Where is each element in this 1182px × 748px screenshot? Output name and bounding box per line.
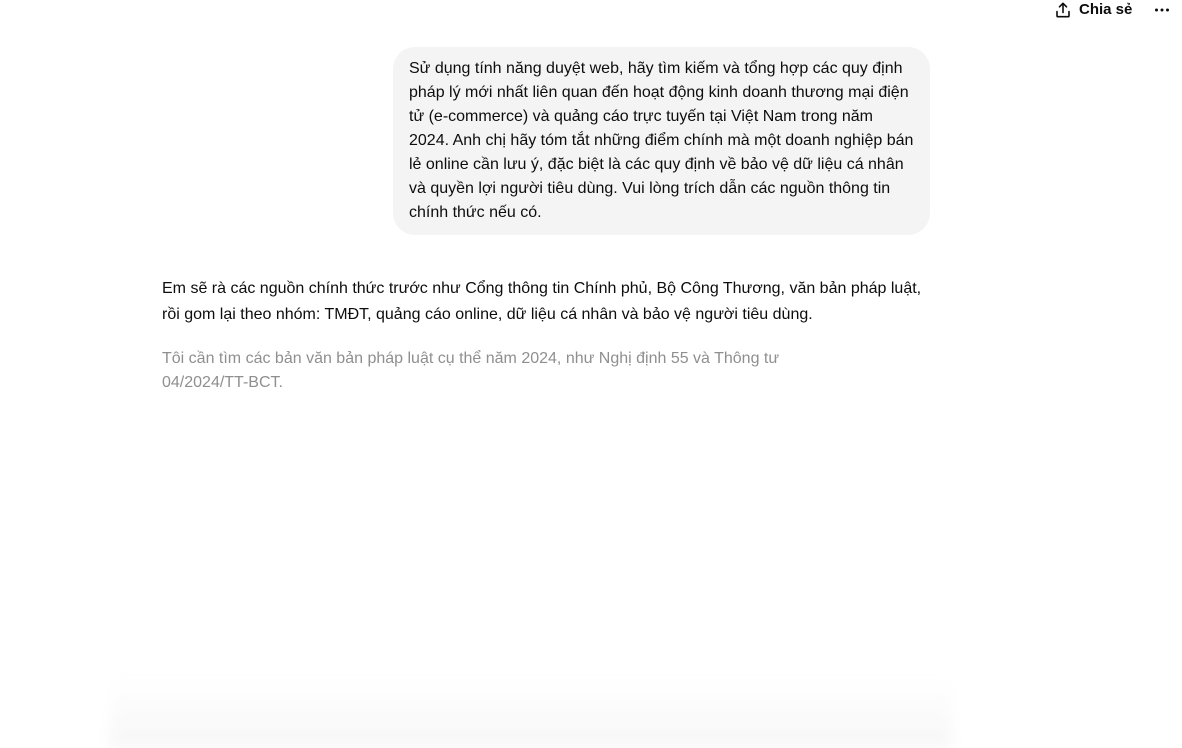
ellipsis-icon — [1153, 1, 1171, 19]
user-message-text: Sử dụng tính năng duyệt web, hãy tìm kiế… — [409, 60, 914, 221]
share-button[interactable]: Chia sẻ — [1054, 0, 1132, 20]
assistant-message: Em sẽ rà các nguồn chính thức trước như … — [162, 280, 922, 323]
share-label: Chia sẻ — [1079, 1, 1133, 18]
user-message-bubble: Sử dụng tính năng duyệt web, hãy tìm kiế… — [393, 47, 930, 235]
share-upload-icon — [1054, 1, 1072, 19]
top-bar: Chia sẻ — [0, 0, 1182, 20]
thinking-status: Tôi cần tìm các bản văn bản pháp luật cụ… — [162, 350, 780, 391]
composer-fade — [110, 678, 952, 748]
more-options-button[interactable] — [1150, 0, 1174, 20]
chat-page: Chia sẻ Sử dụng tính năng duyệt web, hãy… — [0, 0, 1182, 748]
